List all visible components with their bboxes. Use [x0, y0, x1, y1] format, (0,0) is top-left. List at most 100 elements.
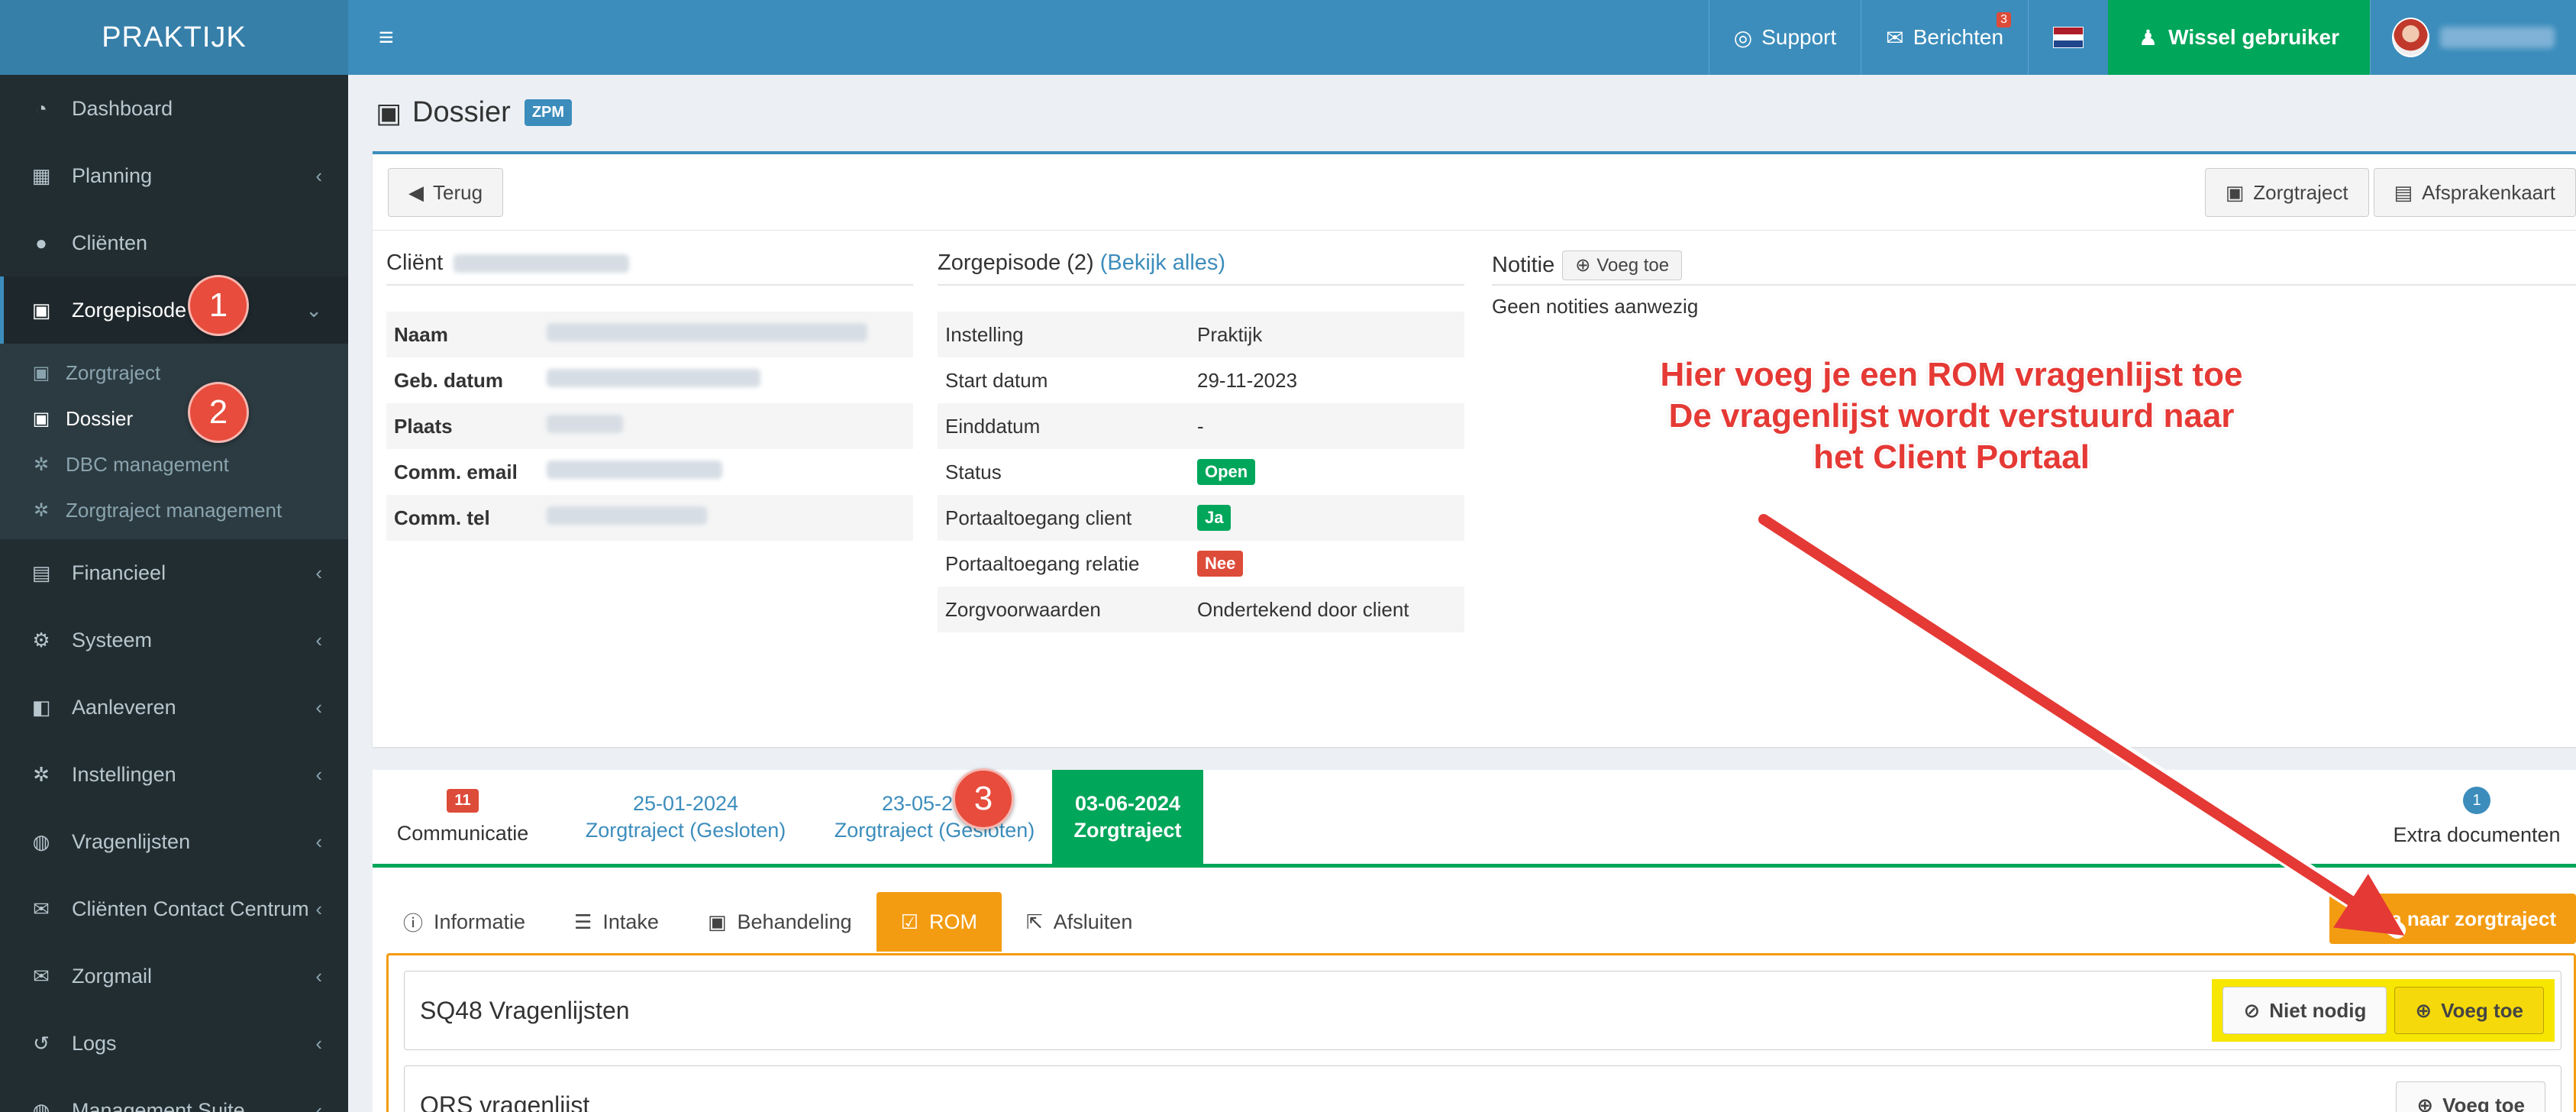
user-menu[interactable]	[2370, 0, 2576, 75]
sidebar-item-zorgepisode[interactable]: ▣ Zorgepisode ⌄	[0, 276, 348, 344]
zorgtraject-button[interactable]: ▣ Zorgtraject	[2204, 168, 2369, 217]
sidebar-item-instellingen[interactable]: ✲ Instellingen ‹	[0, 741, 348, 808]
zorgtraject-button-label: Zorgtraject	[2253, 180, 2348, 204]
plus-circle-icon: ⊕	[2415, 998, 2432, 1022]
row-key: Plaats	[386, 403, 539, 449]
tab-label: Zorgtraject (Gesloten)	[834, 818, 1035, 842]
status-badge: Open	[1197, 459, 1256, 485]
chevron-left-icon: ‹	[315, 897, 322, 920]
blurred-value	[547, 460, 722, 479]
rom-row-ors: ORS vragenlijst ⊕ Voeg toe	[404, 1065, 2561, 1112]
dashboard-icon: ◔	[35, 96, 47, 120]
table-row: Comm. tel	[386, 495, 913, 541]
afsprakenkaart-button[interactable]: ▤ Afsprakenkaart	[2373, 168, 2576, 217]
row-key: Instelling	[938, 312, 1190, 357]
sidebar-item-clienten-contact-centrum[interactable]: ✉ Cliënten Contact Centrum ‹	[0, 875, 348, 942]
zorgtraject-sub-tabs: ⓘ Informatie ☰ Intake ▣ Behandeling ☑ RO…	[373, 892, 1157, 952]
tab-date: 03-06-2024	[1074, 791, 1181, 815]
row-key: Zorgvoorwaarden	[938, 587, 1190, 632]
tab-zorgtraject-25-01-2024[interactable]: 25-01-2024 Zorgtraject (Gesloten)	[563, 770, 808, 864]
ban-icon: ⊘	[2243, 998, 2261, 1022]
goto-zorgtraject-button[interactable]: ⇱ Ga naar zorgtraject	[2329, 894, 2576, 944]
sidebar-item-clienten[interactable]: ● Cliënten	[0, 209, 348, 276]
medkit-icon: ▣	[32, 362, 50, 383]
sidebar-item-label: Zorgepisode	[72, 298, 187, 322]
table-row: Zorgvoorwaarden Ondertekend door client	[938, 587, 1464, 632]
communication-count-badge: 11	[447, 788, 479, 813]
submenu-item-dbc-management[interactable]: ✲ DBC management	[0, 441, 348, 487]
add-sq48-button[interactable]: ⊕ Voeg toe	[2394, 987, 2544, 1034]
table-row: Einddatum -	[938, 403, 1464, 449]
subtab-behandeling[interactable]: ▣ Behandeling	[683, 892, 876, 952]
sliders-icon: ☰	[574, 910, 592, 933]
add-note-button[interactable]: ⊕ Voeg toe	[1562, 251, 1683, 280]
subtab-afsluiten[interactable]: ⇱ Afsluiten	[1002, 892, 1157, 952]
submenu-item-zorgtraject-management[interactable]: ✲ Zorgtraject management	[0, 487, 348, 533]
rom-row-actions: ⊕ Voeg toe	[2396, 1081, 2561, 1112]
support-link[interactable]: ◎ Support	[1708, 0, 1861, 75]
sidebar-item-zorgmail[interactable]: ✉ Zorgmail ‹	[0, 942, 348, 1010]
tab-zorgtraject-03-06-2024[interactable]: 03-06-2024 Zorgtraject	[1052, 770, 1203, 864]
row-value: 29-11-2023	[1197, 368, 1298, 392]
sidebar-item-management-suite[interactable]: ◍ Management Suite ‹	[0, 1077, 348, 1112]
client-title: Cliënt	[386, 251, 630, 276]
back-button[interactable]: ◀ Terug	[388, 168, 504, 217]
messages-link[interactable]: ✉ Berichten 3	[1861, 0, 2028, 75]
add-ors-button[interactable]: ⊕ Voeg toe	[2396, 1081, 2545, 1112]
tab-zorgtraject-23-05-2024[interactable]: 23-05-2024 Zorgtraject (Gesloten)	[812, 770, 1057, 864]
sidebar-item-label: Planning	[72, 163, 153, 187]
user-icon: ●	[35, 231, 47, 254]
not-needed-label: Niet nodig	[2269, 998, 2367, 1022]
goto-zorgtraject-label: Ga naar zorgtraject	[2375, 907, 2556, 930]
sidebar-item-label: Cliënten Contact Centrum	[72, 897, 309, 920]
zorgtraject-tabs-box: 11 Communicatie 25-01-2024 Zorgtraject (…	[373, 770, 2576, 1112]
truck-icon: ◧	[31, 695, 51, 719]
sidebar-item-financieel[interactable]: ▤ Financieel ‹	[0, 539, 348, 606]
submenu-item-dossier[interactable]: ▣ Dossier	[0, 396, 348, 441]
sidebar-item-planning[interactable]: ▦ Planning ‹	[0, 142, 348, 209]
switch-user-label: Wissel gebruiker	[2168, 25, 2339, 49]
envelope-icon: ✉	[33, 964, 50, 988]
subtab-intake[interactable]: ☰ Intake	[550, 892, 683, 952]
medkit-icon: ▣	[2225, 180, 2245, 204]
row-value	[539, 449, 913, 495]
row-key: Portaaltoegang relatie	[945, 551, 1140, 575]
row-value	[539, 312, 913, 357]
sidebar-item-label: Instellingen	[72, 762, 176, 786]
subtab-label: Intake	[602, 910, 659, 933]
medkit-icon: ▣	[707, 910, 727, 933]
subtab-informatie[interactable]: ⓘ Informatie	[379, 892, 550, 952]
subtab-label: Afsluiten	[1053, 910, 1133, 933]
globe-icon: ◍	[32, 829, 50, 853]
subtab-rom[interactable]: ☑ ROM	[876, 892, 1002, 952]
sidebar-item-label: Management Suite	[72, 1098, 245, 1112]
not-needed-button[interactable]: ⊘ Niet nodig	[2223, 987, 2387, 1034]
external-link-icon: ⇱	[2349, 907, 2367, 930]
submenu-item-label: Dossier	[66, 406, 134, 430]
tab-communicatie[interactable]: 11 Communicatie	[373, 770, 553, 864]
rom-panel: SQ48 Vragenlijsten ⊘ Niet nodig ⊕ Voeg t…	[386, 953, 2576, 1112]
step-badge-2: 2	[188, 382, 249, 443]
row-key: Comm. tel	[386, 495, 539, 541]
submenu-item-label: Zorgtraject management	[66, 498, 282, 522]
sidebar-item-label: Vragenlijsten	[72, 829, 191, 853]
hamburger-menu-icon[interactable]: ≡	[348, 23, 424, 53]
switch-user-button[interactable]: ♟ Wissel gebruiker	[2108, 0, 2370, 75]
annotation-line: het Client Portaal	[1813, 438, 2090, 476]
tab-extra-documenten[interactable]: 1 Extra documenten	[2377, 770, 2576, 864]
sidebar-item-dashboard[interactable]: ◔ Dashboard	[0, 75, 348, 142]
sidebar-item-vragenlijsten[interactable]: ◍ Vragenlijsten ‹	[0, 808, 348, 875]
main-content: ▣ Dossier ZPM ◀ Terug ▣ Zorgtraject ▤ Af…	[348, 75, 2576, 1112]
brand-logo[interactable]: PRAKTIJK	[0, 0, 348, 75]
arrow-circle-left-icon: ◀	[408, 180, 424, 204]
sidebar-item-systeem[interactable]: ⚙ Systeem ‹	[0, 606, 348, 674]
submenu-item-zorgtraject[interactable]: ▣ Zorgtraject	[0, 350, 348, 396]
chevron-left-icon: ‹	[315, 1098, 322, 1112]
row-key: Comm. email	[394, 460, 518, 483]
sidebar-item-label: Aanleveren	[72, 695, 176, 719]
language-flag-button[interactable]	[2028, 0, 2108, 75]
view-all-link[interactable]: (Bekijk alles)	[1100, 251, 1225, 276]
sidebar-item-aanleveren[interactable]: ◧ Aanleveren ‹	[0, 674, 348, 741]
row-key: Portaaltoegang client	[938, 495, 1190, 541]
sidebar-item-logs[interactable]: ↺ Logs ‹	[0, 1010, 348, 1077]
